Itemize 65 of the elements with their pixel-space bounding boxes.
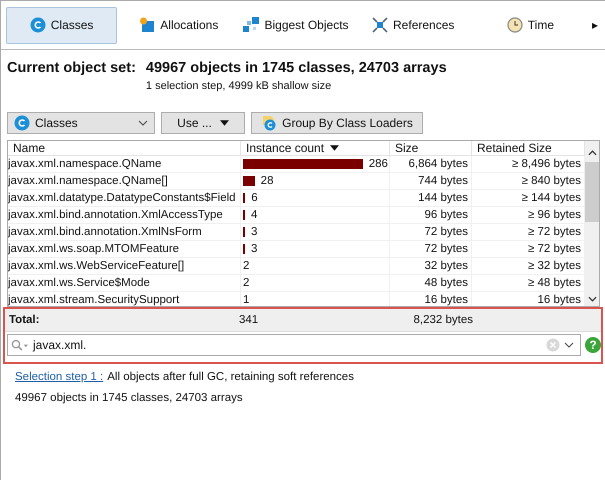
class-name-cell: javax.xml.namespace.QName[] <box>8 173 241 189</box>
more-tabs-arrow[interactable]: ▸ <box>592 18 600 32</box>
size-cell: 96 bytes <box>390 207 472 223</box>
column-header[interactable]: Name <box>8 141 241 155</box>
column-header[interactable]: Size <box>390 141 472 155</box>
class-name-cell: javax.xml.bind.annotation.XmlAccessType <box>8 207 241 223</box>
count-cell-text: 2 <box>243 276 250 291</box>
size-cell: 744 bytes <box>390 173 472 189</box>
group-button[interactable]: Group By Class Loaders <box>251 112 423 134</box>
count-cell-text: 3 <box>251 225 258 240</box>
count-cell-text: 4 <box>251 208 258 223</box>
scroll-up-icon[interactable] <box>588 150 596 156</box>
size-cell: 144 bytes <box>390 190 472 206</box>
scrollbar-thumb[interactable] <box>585 162 599 222</box>
class-name-cell: javax.xml.namespace.QName <box>8 156 241 172</box>
size-cell: 72 bytes <box>390 241 472 257</box>
total-size: 8,232 bytes <box>412 314 473 326</box>
size-cell: 16 bytes <box>390 292 472 306</box>
clock-icon <box>506 17 523 33</box>
class-name-cell: javax.xml.ws.WebServiceFeature[] <box>8 258 241 274</box>
view-tab[interactable]: Allocations <box>123 6 234 44</box>
total-count: 341 <box>239 314 260 326</box>
class-loader-icon <box>261 115 278 131</box>
selection-step-link[interactable]: Selection step 1 : <box>15 371 104 383</box>
scrollbar[interactable] <box>585 141 599 306</box>
chevron-down-icon <box>138 120 148 126</box>
view-tab[interactable]: Biggest Objects <box>240 6 352 44</box>
size-cell: 72 bytes <box>390 224 472 240</box>
class-icon <box>30 17 46 33</box>
column-header[interactable]: Instance count <box>241 141 390 155</box>
class-name-cell: javax.xml.datatype.DatatypeConstants$Field <box>8 190 241 206</box>
count-cell-text: 2 <box>243 259 250 274</box>
view-tab[interactable]: Classes <box>6 6 118 44</box>
view-dropdown[interactable]: Classes <box>7 112 155 134</box>
blocks-icon <box>243 17 260 33</box>
sort-descending-icon <box>330 145 340 151</box>
total-label: Total: <box>8 314 40 326</box>
class-icon <box>14 115 30 131</box>
selection-step-description: All objects after full GC, retaining soft references <box>107 371 354 383</box>
class-name-cell: javax.xml.stream.SecuritySupport <box>8 292 241 306</box>
allocation-icon <box>139 17 156 33</box>
count-cell-text: 286 <box>368 157 388 172</box>
count-cell-text: 1 <box>243 293 250 306</box>
class-name-cell: javax.xml.ws.soap.MTOMFeature <box>8 241 241 257</box>
filter-field[interactable]: javax.xml. <box>7 334 581 356</box>
object-set-detail: 1 selection step, 4999 kB shallow size <box>146 80 332 92</box>
use-button[interactable]: Use ... <box>161 112 245 134</box>
references-icon <box>372 17 388 33</box>
object-set-label: Current object set: <box>7 60 136 78</box>
object-set-summary: 49967 objects in 1745 classes, 24703 arrays <box>146 60 447 76</box>
size-cell: 48 bytes <box>390 275 472 291</box>
count-cell-text: 28 <box>260 174 274 189</box>
size-cell: 32 bytes <box>390 258 472 274</box>
class-name-cell: javax.xml.bind.annotation.XmlNsForm <box>8 224 241 240</box>
scroll-down-icon[interactable] <box>588 296 596 302</box>
chevron-down-icon[interactable] <box>564 342 574 348</box>
search-icon <box>11 338 29 352</box>
view-tab[interactable]: References <box>358 6 469 44</box>
class-name-cell: javax.xml.ws.Service$Mode <box>8 275 241 291</box>
count-cell-text: 6 <box>251 191 258 206</box>
view-tab[interactable]: Time <box>474 6 586 44</box>
size-cell: 6,864 bytes <box>390 156 472 172</box>
caret-icon <box>220 120 229 126</box>
count-cell-text: 3 <box>251 242 258 257</box>
selection-summary: 49967 objects in 1745 classes, 24703 arrays <box>15 392 244 404</box>
